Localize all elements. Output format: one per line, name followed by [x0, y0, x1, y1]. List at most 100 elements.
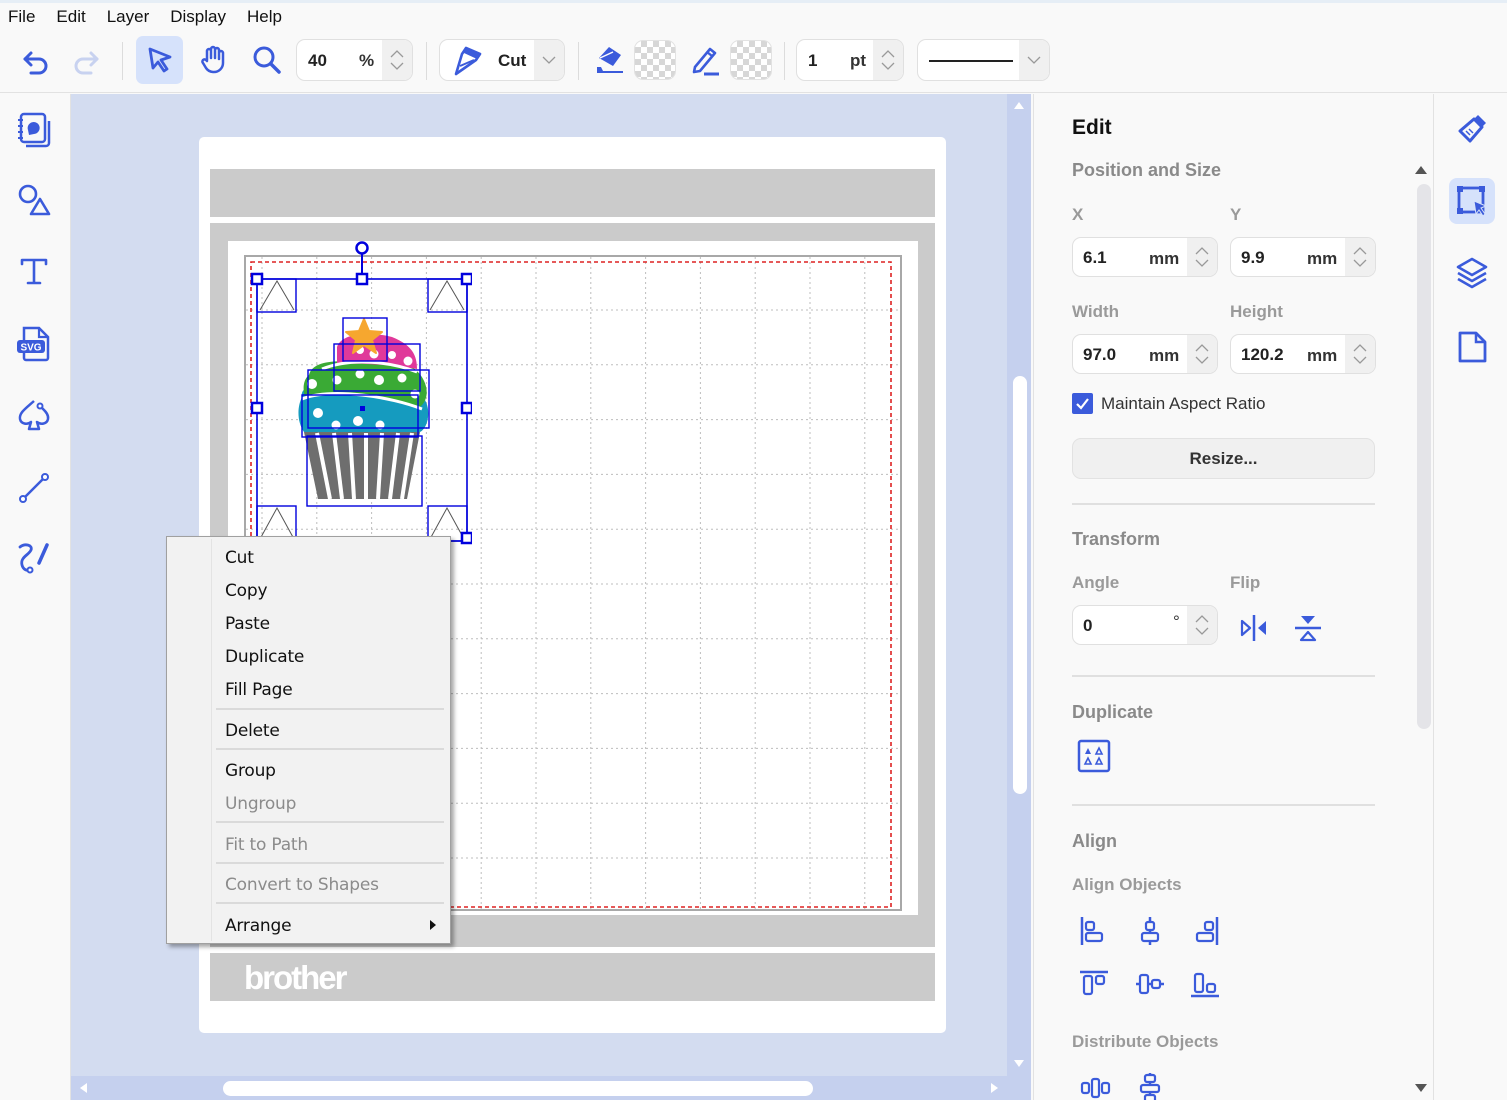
fill-color-button[interactable]: [590, 40, 630, 80]
chevron-down-icon[interactable]: [1195, 627, 1209, 635]
chevron-down-icon[interactable]: [881, 62, 895, 70]
line-width-spinner[interactable]: [873, 40, 903, 80]
ctx-item-fill-page[interactable]: Fill Page: [225, 680, 293, 700]
rail-paint-panel[interactable]: [1449, 106, 1495, 152]
menu-help[interactable]: Help: [247, 7, 282, 27]
ctx-item-cut[interactable]: Cut: [225, 548, 254, 568]
menu-layer[interactable]: Layer: [107, 7, 150, 27]
horizontal-scroll-thumb[interactable]: [223, 1081, 813, 1096]
resize-handle-ne[interactable]: [460, 272, 472, 286]
width-value[interactable]: 97.0: [1083, 345, 1116, 365]
redo-button[interactable]: [66, 42, 106, 82]
rail-import-svg[interactable]: SVG: [14, 324, 54, 364]
menu-edit[interactable]: Edit: [56, 7, 85, 27]
rail-line[interactable]: [14, 468, 54, 508]
rail-page-panel[interactable]: [1449, 324, 1495, 370]
stroke-color-swatch[interactable]: [730, 40, 772, 80]
select-tool-button[interactable]: [136, 36, 183, 84]
align-top-button[interactable]: [1077, 967, 1111, 1001]
aspect-ratio-checkbox[interactable]: [1072, 393, 1093, 414]
chevron-up-icon[interactable]: [881, 50, 895, 58]
align-bottom-button[interactable]: [1188, 967, 1222, 1001]
pan-tool-button[interactable]: [192, 38, 236, 82]
stroke-color-button[interactable]: [685, 40, 725, 80]
flip-vertical-button[interactable]: [1291, 611, 1325, 645]
resize-handle-se[interactable]: [460, 531, 472, 545]
chevron-down-icon[interactable]: [1353, 259, 1367, 267]
x-field[interactable]: 6.1 mm: [1072, 237, 1218, 277]
distribute-horizontal-button[interactable]: [1079, 1070, 1113, 1100]
shapes-icon: [18, 184, 51, 216]
mode-select[interactable]: Cut: [439, 39, 565, 81]
chevron-up-icon[interactable]: [1353, 247, 1367, 255]
zoom-tool-button[interactable]: [245, 38, 289, 82]
scroll-down-arrow[interactable]: [1014, 1060, 1024, 1067]
align-center-horizontal-button[interactable]: [1133, 914, 1167, 948]
rail-edit-panel[interactable]: [1449, 178, 1495, 224]
panel-scroll-up[interactable]: [1415, 166, 1427, 174]
chevron-up-icon[interactable]: [1195, 615, 1209, 623]
ctx-item-duplicate[interactable]: Duplicate: [225, 647, 304, 667]
aspect-ratio-label[interactable]: Maintain Aspect Ratio: [1101, 394, 1265, 414]
zoom-spinner[interactable]: [382, 40, 412, 80]
rail-layers-panel[interactable]: [1449, 250, 1495, 296]
chevron-down-icon[interactable]: [1195, 259, 1209, 267]
chevron-up-icon[interactable]: [1195, 344, 1209, 352]
rail-path-edit[interactable]: [14, 396, 54, 436]
ctx-item-group[interactable]: Group: [225, 761, 276, 781]
fill-color-swatch[interactable]: [634, 40, 676, 80]
chevron-down-icon[interactable]: [390, 62, 404, 70]
resize-handle-e[interactable]: [460, 401, 472, 415]
resize-button[interactable]: Resize...: [1072, 438, 1375, 479]
line-style-select[interactable]: [917, 39, 1050, 81]
chevron-down-icon[interactable]: [1195, 356, 1209, 364]
x-value[interactable]: 6.1: [1083, 248, 1107, 268]
panel-scroll-down[interactable]: [1415, 1084, 1427, 1092]
scroll-up-arrow[interactable]: [1014, 102, 1024, 109]
rail-text[interactable]: [14, 251, 54, 291]
rail-pattern-library[interactable]: [14, 110, 54, 150]
angle-field[interactable]: 0 °: [1072, 605, 1218, 645]
height-value[interactable]: 120.2: [1241, 345, 1284, 365]
width-field[interactable]: 97.0 mm: [1072, 334, 1218, 374]
height-field[interactable]: 120.2 mm: [1230, 334, 1376, 374]
duplicate-button[interactable]: [1077, 739, 1111, 773]
line-width-value[interactable]: 1: [808, 51, 817, 71]
angle-value[interactable]: 0: [1083, 616, 1092, 636]
resize-handle-w[interactable]: [250, 401, 264, 415]
ctx-item-delete[interactable]: Delete: [225, 721, 280, 741]
scroll-right-arrow[interactable]: [991, 1083, 998, 1093]
resize-handle-n[interactable]: [355, 272, 369, 286]
ctx-item-copy[interactable]: Copy: [225, 581, 268, 601]
chevron-up-icon[interactable]: [1353, 344, 1367, 352]
align-middle-vertical-button[interactable]: [1133, 967, 1167, 1001]
align-right-button[interactable]: [1188, 914, 1222, 948]
zoom-level-stepper[interactable]: 40 %: [296, 39, 413, 81]
vertical-scroll-thumb[interactable]: [1013, 376, 1027, 794]
rail-freehand[interactable]: [14, 538, 54, 578]
align-left-button[interactable]: [1077, 914, 1111, 948]
chevron-up-icon[interactable]: [1195, 247, 1209, 255]
rotate-handle[interactable]: [355, 241, 369, 255]
y-field[interactable]: 9.9 mm: [1230, 237, 1376, 277]
undo-button[interactable]: [16, 42, 56, 82]
flip-horizontal-button[interactable]: [1237, 611, 1271, 645]
panel-scrollbar[interactable]: [1417, 184, 1431, 729]
selected-object-cupcake[interactable]: [242, 237, 472, 547]
line-width-stepper[interactable]: 1 pt: [796, 39, 904, 81]
y-value[interactable]: 9.9: [1241, 248, 1265, 268]
resize-handle-nw[interactable]: [250, 272, 264, 286]
ctx-item-paste[interactable]: Paste: [225, 614, 270, 634]
horizontal-scrollbar[interactable]: [71, 1076, 1031, 1100]
menu-file[interactable]: File: [8, 7, 35, 27]
ctx-item-arrange[interactable]: Arrange: [225, 916, 437, 936]
rail-shapes[interactable]: [14, 180, 54, 220]
hand-icon: [201, 45, 225, 74]
distribute-vertical-button[interactable]: [1133, 1070, 1167, 1100]
zoom-level-value[interactable]: 40: [308, 51, 327, 71]
chevron-up-icon[interactable]: [390, 50, 404, 58]
vertical-scrollbar[interactable]: [1007, 94, 1031, 1076]
scroll-left-arrow[interactable]: [80, 1083, 87, 1093]
chevron-down-icon[interactable]: [1353, 356, 1367, 364]
menu-display[interactable]: Display: [170, 7, 226, 27]
